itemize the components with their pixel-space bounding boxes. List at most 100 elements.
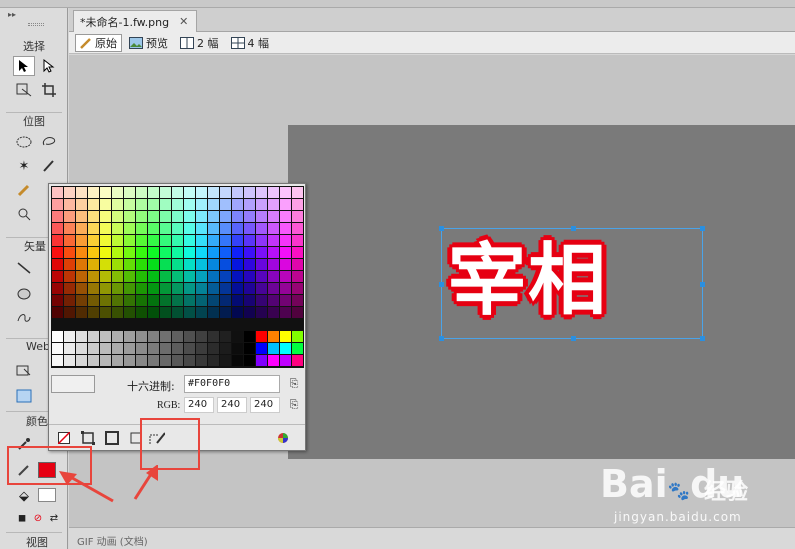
color-swatch[interactable] — [232, 199, 243, 210]
color-swatch[interactable] — [172, 331, 183, 342]
color-swatch[interactable] — [124, 235, 135, 246]
color-swatch[interactable] — [64, 199, 75, 210]
color-swatch[interactable] — [124, 307, 135, 318]
color-swatch[interactable] — [244, 235, 255, 246]
view-4up-button[interactable]: 4 幅 — [226, 34, 275, 52]
color-swatch[interactable] — [52, 187, 63, 198]
color-swatch[interactable] — [172, 211, 183, 222]
color-swatch[interactable] — [100, 247, 111, 258]
color-swatch[interactable] — [268, 187, 279, 198]
color-swatch[interactable] — [196, 271, 207, 282]
resize-handle[interactable] — [571, 226, 576, 231]
color-swatch[interactable] — [292, 283, 303, 294]
color-swatch[interactable] — [232, 259, 243, 270]
color-swatch[interactable] — [220, 223, 231, 234]
color-swatch[interactable] — [268, 283, 279, 294]
color-swatch[interactable] — [52, 271, 63, 282]
color-swatch[interactable] — [184, 235, 195, 246]
line-tool-icon[interactable] — [13, 258, 35, 278]
color-swatch[interactable] — [88, 259, 99, 270]
color-swatch[interactable] — [76, 343, 87, 354]
color-swatch[interactable] — [220, 331, 231, 342]
color-swatch[interactable] — [220, 343, 231, 354]
color-swatch[interactable] — [268, 235, 279, 246]
color-swatch[interactable] — [232, 331, 243, 342]
color-swatch[interactable] — [136, 259, 147, 270]
color-swatch[interactable] — [52, 295, 63, 306]
color-swatch[interactable] — [148, 247, 159, 258]
resize-handle[interactable] — [571, 336, 576, 341]
stroke-outside-icon[interactable] — [80, 430, 96, 446]
color-swatch[interactable] — [256, 235, 267, 246]
color-swatch[interactable] — [124, 271, 135, 282]
color-swatch[interactable] — [136, 187, 147, 198]
color-swatch[interactable] — [52, 283, 63, 294]
color-swatch[interactable] — [268, 259, 279, 270]
color-swatch[interactable] — [76, 187, 87, 198]
close-icon[interactable]: ✕ — [179, 15, 188, 28]
color-swatch[interactable] — [292, 247, 303, 258]
color-swatch[interactable] — [268, 223, 279, 234]
color-swatch[interactable] — [124, 223, 135, 234]
rubber-stamp-tool-icon[interactable] — [13, 204, 35, 224]
copy-icon[interactable]: ⎘ — [287, 399, 301, 411]
color-swatch[interactable] — [244, 355, 255, 366]
color-swatch[interactable] — [244, 211, 255, 222]
color-swatch[interactable] — [184, 271, 195, 282]
color-swatch[interactable] — [136, 271, 147, 282]
color-swatch[interactable] — [184, 355, 195, 366]
color-swatch[interactable] — [52, 247, 63, 258]
color-swatch[interactable] — [184, 187, 195, 198]
color-swatch[interactable] — [136, 343, 147, 354]
color-swatch[interactable] — [160, 307, 171, 318]
color-swatch[interactable] — [256, 223, 267, 234]
color-swatch[interactable] — [196, 343, 207, 354]
color-swatch[interactable] — [208, 235, 219, 246]
color-swatch[interactable] — [100, 187, 111, 198]
color-swatch[interactable] — [280, 199, 291, 210]
color-swatch[interactable] — [64, 283, 75, 294]
color-swatch[interactable] — [112, 187, 123, 198]
color-swatch[interactable] — [100, 343, 111, 354]
color-swatch[interactable] — [100, 259, 111, 270]
color-swatch[interactable] — [76, 331, 87, 342]
color-swatch[interactable] — [88, 355, 99, 366]
color-swatch[interactable] — [220, 187, 231, 198]
color-swatch[interactable] — [112, 271, 123, 282]
color-swatch[interactable] — [64, 295, 75, 306]
text-object-bounding-box[interactable]: 宰相 — [439, 226, 705, 341]
color-swatch[interactable] — [196, 235, 207, 246]
color-swatch[interactable] — [148, 211, 159, 222]
red-input[interactable]: 240 — [184, 397, 214, 413]
color-swatch[interactable] — [208, 355, 219, 366]
color-swatch[interactable] — [172, 271, 183, 282]
color-swatch[interactable] — [88, 283, 99, 294]
color-swatch[interactable] — [208, 343, 219, 354]
color-swatch[interactable] — [52, 331, 63, 342]
brush-tool-icon[interactable] — [38, 156, 60, 176]
color-swatch[interactable] — [184, 211, 195, 222]
color-swatch[interactable] — [232, 235, 243, 246]
swatch-grid[interactable] — [51, 186, 304, 368]
color-swatch[interactable] — [148, 235, 159, 246]
color-swatch[interactable] — [88, 247, 99, 258]
document-canvas[interactable]: 宰相 — [288, 125, 795, 459]
color-swatch[interactable] — [268, 271, 279, 282]
color-swatch[interactable] — [148, 271, 159, 282]
color-swatch[interactable] — [292, 235, 303, 246]
color-swatch[interactable] — [280, 283, 291, 294]
color-swatch[interactable] — [196, 355, 207, 366]
color-swatch[interactable] — [184, 343, 195, 354]
color-swatch[interactable] — [256, 283, 267, 294]
color-swatch[interactable] — [136, 211, 147, 222]
color-swatch[interactable] — [244, 271, 255, 282]
color-swatch[interactable] — [148, 283, 159, 294]
color-swatch[interactable] — [100, 271, 111, 282]
color-swatch[interactable] — [244, 295, 255, 306]
color-swatch[interactable] — [64, 187, 75, 198]
color-swatch[interactable] — [232, 211, 243, 222]
color-swatch[interactable] — [124, 199, 135, 210]
color-swatch[interactable] — [220, 271, 231, 282]
color-swatch[interactable] — [64, 211, 75, 222]
color-swatch[interactable] — [88, 223, 99, 234]
